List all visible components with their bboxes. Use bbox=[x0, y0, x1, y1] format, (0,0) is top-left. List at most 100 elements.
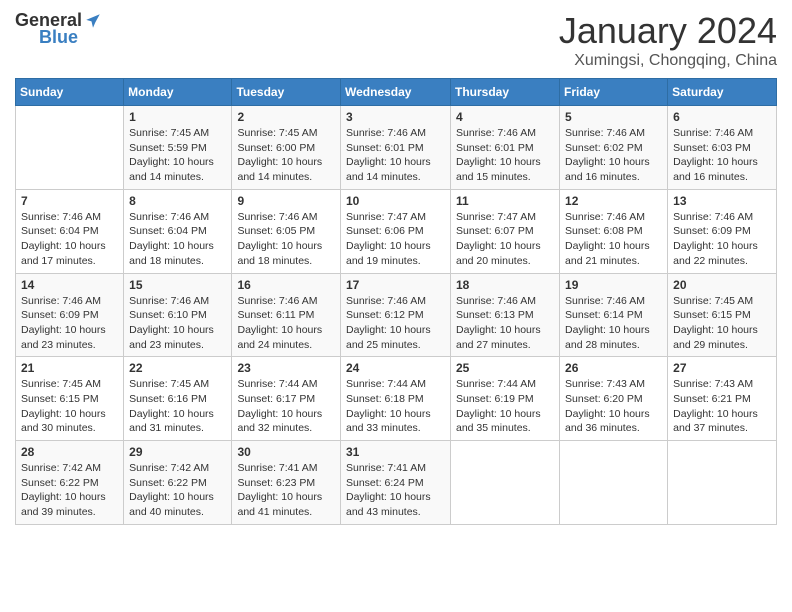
day-info: Sunrise: 7:46 AM Sunset: 6:03 PM Dayligh… bbox=[673, 126, 771, 185]
header-cell-thursday: Thursday bbox=[451, 79, 560, 106]
day-info: Sunrise: 7:44 AM Sunset: 6:19 PM Dayligh… bbox=[456, 377, 554, 436]
day-info: Sunrise: 7:45 AM Sunset: 6:15 PM Dayligh… bbox=[21, 377, 118, 436]
day-info: Sunrise: 7:46 AM Sunset: 6:01 PM Dayligh… bbox=[456, 126, 554, 185]
day-info: Sunrise: 7:45 AM Sunset: 6:00 PM Dayligh… bbox=[237, 126, 335, 185]
calendar-cell: 2 Sunrise: 7:45 AM Sunset: 6:00 PM Daylig… bbox=[232, 106, 341, 190]
calendar-cell: 15 Sunrise: 7:46 AM Sunset: 6:10 PM Dayli… bbox=[124, 273, 232, 357]
logo-blue: Blue bbox=[39, 27, 78, 48]
location-subtitle: Xumingsi, Chongqing, China bbox=[559, 52, 777, 70]
day-info: Sunrise: 7:43 AM Sunset: 6:20 PM Dayligh… bbox=[565, 377, 662, 436]
day-info: Sunrise: 7:44 AM Sunset: 6:18 PM Dayligh… bbox=[346, 377, 445, 436]
week-row-4: 21 Sunrise: 7:45 AM Sunset: 6:15 PM Dayli… bbox=[16, 357, 777, 441]
calendar-cell: 22 Sunrise: 7:45 AM Sunset: 6:16 PM Dayli… bbox=[124, 357, 232, 441]
day-number: 27 bbox=[673, 361, 771, 375]
day-info: Sunrise: 7:46 AM Sunset: 6:14 PM Dayligh… bbox=[565, 294, 662, 353]
calendar-cell: 17 Sunrise: 7:46 AM Sunset: 6:12 PM Dayli… bbox=[341, 273, 451, 357]
calendar-cell bbox=[560, 441, 668, 525]
day-number: 16 bbox=[237, 278, 335, 292]
day-info: Sunrise: 7:46 AM Sunset: 6:01 PM Dayligh… bbox=[346, 126, 445, 185]
day-info: Sunrise: 7:46 AM Sunset: 6:12 PM Dayligh… bbox=[346, 294, 445, 353]
calendar-cell: 19 Sunrise: 7:46 AM Sunset: 6:14 PM Dayli… bbox=[560, 273, 668, 357]
day-number: 25 bbox=[456, 361, 554, 375]
calendar-cell: 16 Sunrise: 7:46 AM Sunset: 6:11 PM Dayli… bbox=[232, 273, 341, 357]
calendar-cell: 10Sunrise: 7:47 AM Sunset: 6:06 PM Dayli… bbox=[341, 189, 451, 273]
calendar-body: 1Sunrise: 7:45 AM Sunset: 5:59 PM Daylig… bbox=[16, 106, 777, 525]
header-cell-friday: Friday bbox=[560, 79, 668, 106]
day-info: Sunrise: 7:46 AM Sunset: 6:05 PM Dayligh… bbox=[237, 210, 335, 269]
week-row-3: 14Sunrise: 7:46 AM Sunset: 6:09 PM Dayli… bbox=[16, 273, 777, 357]
calendar-cell: 4 Sunrise: 7:46 AM Sunset: 6:01 PM Daylig… bbox=[451, 106, 560, 190]
day-number: 6 bbox=[673, 110, 771, 124]
day-number: 15 bbox=[129, 278, 226, 292]
day-info: Sunrise: 7:46 AM Sunset: 6:02 PM Dayligh… bbox=[565, 126, 662, 185]
calendar-cell: 3 Sunrise: 7:46 AM Sunset: 6:01 PM Daylig… bbox=[341, 106, 451, 190]
day-number: 13 bbox=[673, 194, 771, 208]
day-number: 29 bbox=[129, 445, 226, 459]
day-number: 21 bbox=[21, 361, 118, 375]
day-number: 11 bbox=[456, 194, 554, 208]
day-number: 17 bbox=[346, 278, 445, 292]
day-info: Sunrise: 7:46 AM Sunset: 6:11 PM Dayligh… bbox=[237, 294, 335, 353]
day-number: 28 bbox=[21, 445, 118, 459]
day-number: 30 bbox=[237, 445, 335, 459]
calendar-cell: 5 Sunrise: 7:46 AM Sunset: 6:02 PM Daylig… bbox=[560, 106, 668, 190]
week-row-2: 7Sunrise: 7:46 AM Sunset: 6:04 PM Daylig… bbox=[16, 189, 777, 273]
header-row: SundayMondayTuesdayWednesdayThursdayFrid… bbox=[16, 79, 777, 106]
month-title: January 2024 bbox=[559, 10, 777, 52]
calendar-cell: 11 Sunrise: 7:47 AM Sunset: 6:07 PM Dayli… bbox=[451, 189, 560, 273]
calendar-cell: 31 Sunrise: 7:41 AM Sunset: 6:24 PM Dayli… bbox=[341, 441, 451, 525]
day-info: Sunrise: 7:46 AM Sunset: 6:09 PM Dayligh… bbox=[21, 294, 118, 353]
day-number: 4 bbox=[456, 110, 554, 124]
header-cell-wednesday: Wednesday bbox=[341, 79, 451, 106]
header-cell-saturday: Saturday bbox=[668, 79, 777, 106]
day-info: Sunrise: 7:46 AM Sunset: 6:08 PM Dayligh… bbox=[565, 210, 662, 269]
title-section: January 2024 Xumingsi, Chongqing, China bbox=[559, 10, 777, 70]
day-info: Sunrise: 7:41 AM Sunset: 6:23 PM Dayligh… bbox=[237, 461, 335, 520]
day-info: Sunrise: 7:41 AM Sunset: 6:24 PM Dayligh… bbox=[346, 461, 445, 520]
calendar-cell: 20 Sunrise: 7:45 AM Sunset: 6:15 PM Dayli… bbox=[668, 273, 777, 357]
day-number: 23 bbox=[237, 361, 335, 375]
day-info: Sunrise: 7:46 AM Sunset: 6:13 PM Dayligh… bbox=[456, 294, 554, 353]
day-number: 20 bbox=[673, 278, 771, 292]
day-number: 18 bbox=[456, 278, 554, 292]
day-number: 31 bbox=[346, 445, 445, 459]
day-number: 22 bbox=[129, 361, 226, 375]
day-info: Sunrise: 7:46 AM Sunset: 6:10 PM Dayligh… bbox=[129, 294, 226, 353]
calendar-cell: 1Sunrise: 7:45 AM Sunset: 5:59 PM Daylig… bbox=[124, 106, 232, 190]
day-number: 3 bbox=[346, 110, 445, 124]
day-info: Sunrise: 7:45 AM Sunset: 6:15 PM Dayligh… bbox=[673, 294, 771, 353]
calendar-cell: 6 Sunrise: 7:46 AM Sunset: 6:03 PM Daylig… bbox=[668, 106, 777, 190]
calendar-cell: 26 Sunrise: 7:43 AM Sunset: 6:20 PM Dayli… bbox=[560, 357, 668, 441]
logo: General Blue bbox=[15, 10, 102, 48]
calendar-cell: 14Sunrise: 7:46 AM Sunset: 6:09 PM Dayli… bbox=[16, 273, 124, 357]
day-info: Sunrise: 7:42 AM Sunset: 6:22 PM Dayligh… bbox=[21, 461, 118, 520]
calendar-cell: 28 Sunrise: 7:42 AM Sunset: 6:22 PM Dayli… bbox=[16, 441, 124, 525]
calendar-cell: 18 Sunrise: 7:46 AM Sunset: 6:13 PM Dayli… bbox=[451, 273, 560, 357]
day-number: 12 bbox=[565, 194, 662, 208]
calendar-cell: 8 Sunrise: 7:46 AM Sunset: 6:04 PM Daylig… bbox=[124, 189, 232, 273]
day-info: Sunrise: 7:46 AM Sunset: 6:04 PM Dayligh… bbox=[129, 210, 226, 269]
calendar-table: SundayMondayTuesdayWednesdayThursdayFrid… bbox=[15, 78, 777, 525]
day-number: 10 bbox=[346, 194, 445, 208]
day-number: 5 bbox=[565, 110, 662, 124]
day-info: Sunrise: 7:47 AM Sunset: 6:07 PM Dayligh… bbox=[456, 210, 554, 269]
calendar-cell: 9Sunrise: 7:46 AM Sunset: 6:05 PM Daylig… bbox=[232, 189, 341, 273]
day-info: Sunrise: 7:46 AM Sunset: 6:04 PM Dayligh… bbox=[21, 210, 118, 269]
logo-bird-icon bbox=[84, 12, 102, 30]
day-info: Sunrise: 7:43 AM Sunset: 6:21 PM Dayligh… bbox=[673, 377, 771, 436]
calendar-header: SundayMondayTuesdayWednesdayThursdayFrid… bbox=[16, 79, 777, 106]
week-row-5: 28 Sunrise: 7:42 AM Sunset: 6:22 PM Dayli… bbox=[16, 441, 777, 525]
day-number: 19 bbox=[565, 278, 662, 292]
calendar-cell: 29Sunrise: 7:42 AM Sunset: 6:22 PM Dayli… bbox=[124, 441, 232, 525]
day-number: 2 bbox=[237, 110, 335, 124]
calendar-cell bbox=[668, 441, 777, 525]
day-number: 26 bbox=[565, 361, 662, 375]
calendar-cell bbox=[451, 441, 560, 525]
week-row-1: 1Sunrise: 7:45 AM Sunset: 5:59 PM Daylig… bbox=[16, 106, 777, 190]
page-header: General Blue January 2024 Xumingsi, Chon… bbox=[15, 10, 777, 70]
day-info: Sunrise: 7:45 AM Sunset: 6:16 PM Dayligh… bbox=[129, 377, 226, 436]
calendar-cell: 24Sunrise: 7:44 AM Sunset: 6:18 PM Dayli… bbox=[341, 357, 451, 441]
day-info: Sunrise: 7:44 AM Sunset: 6:17 PM Dayligh… bbox=[237, 377, 335, 436]
day-number: 8 bbox=[129, 194, 226, 208]
day-info: Sunrise: 7:46 AM Sunset: 6:09 PM Dayligh… bbox=[673, 210, 771, 269]
